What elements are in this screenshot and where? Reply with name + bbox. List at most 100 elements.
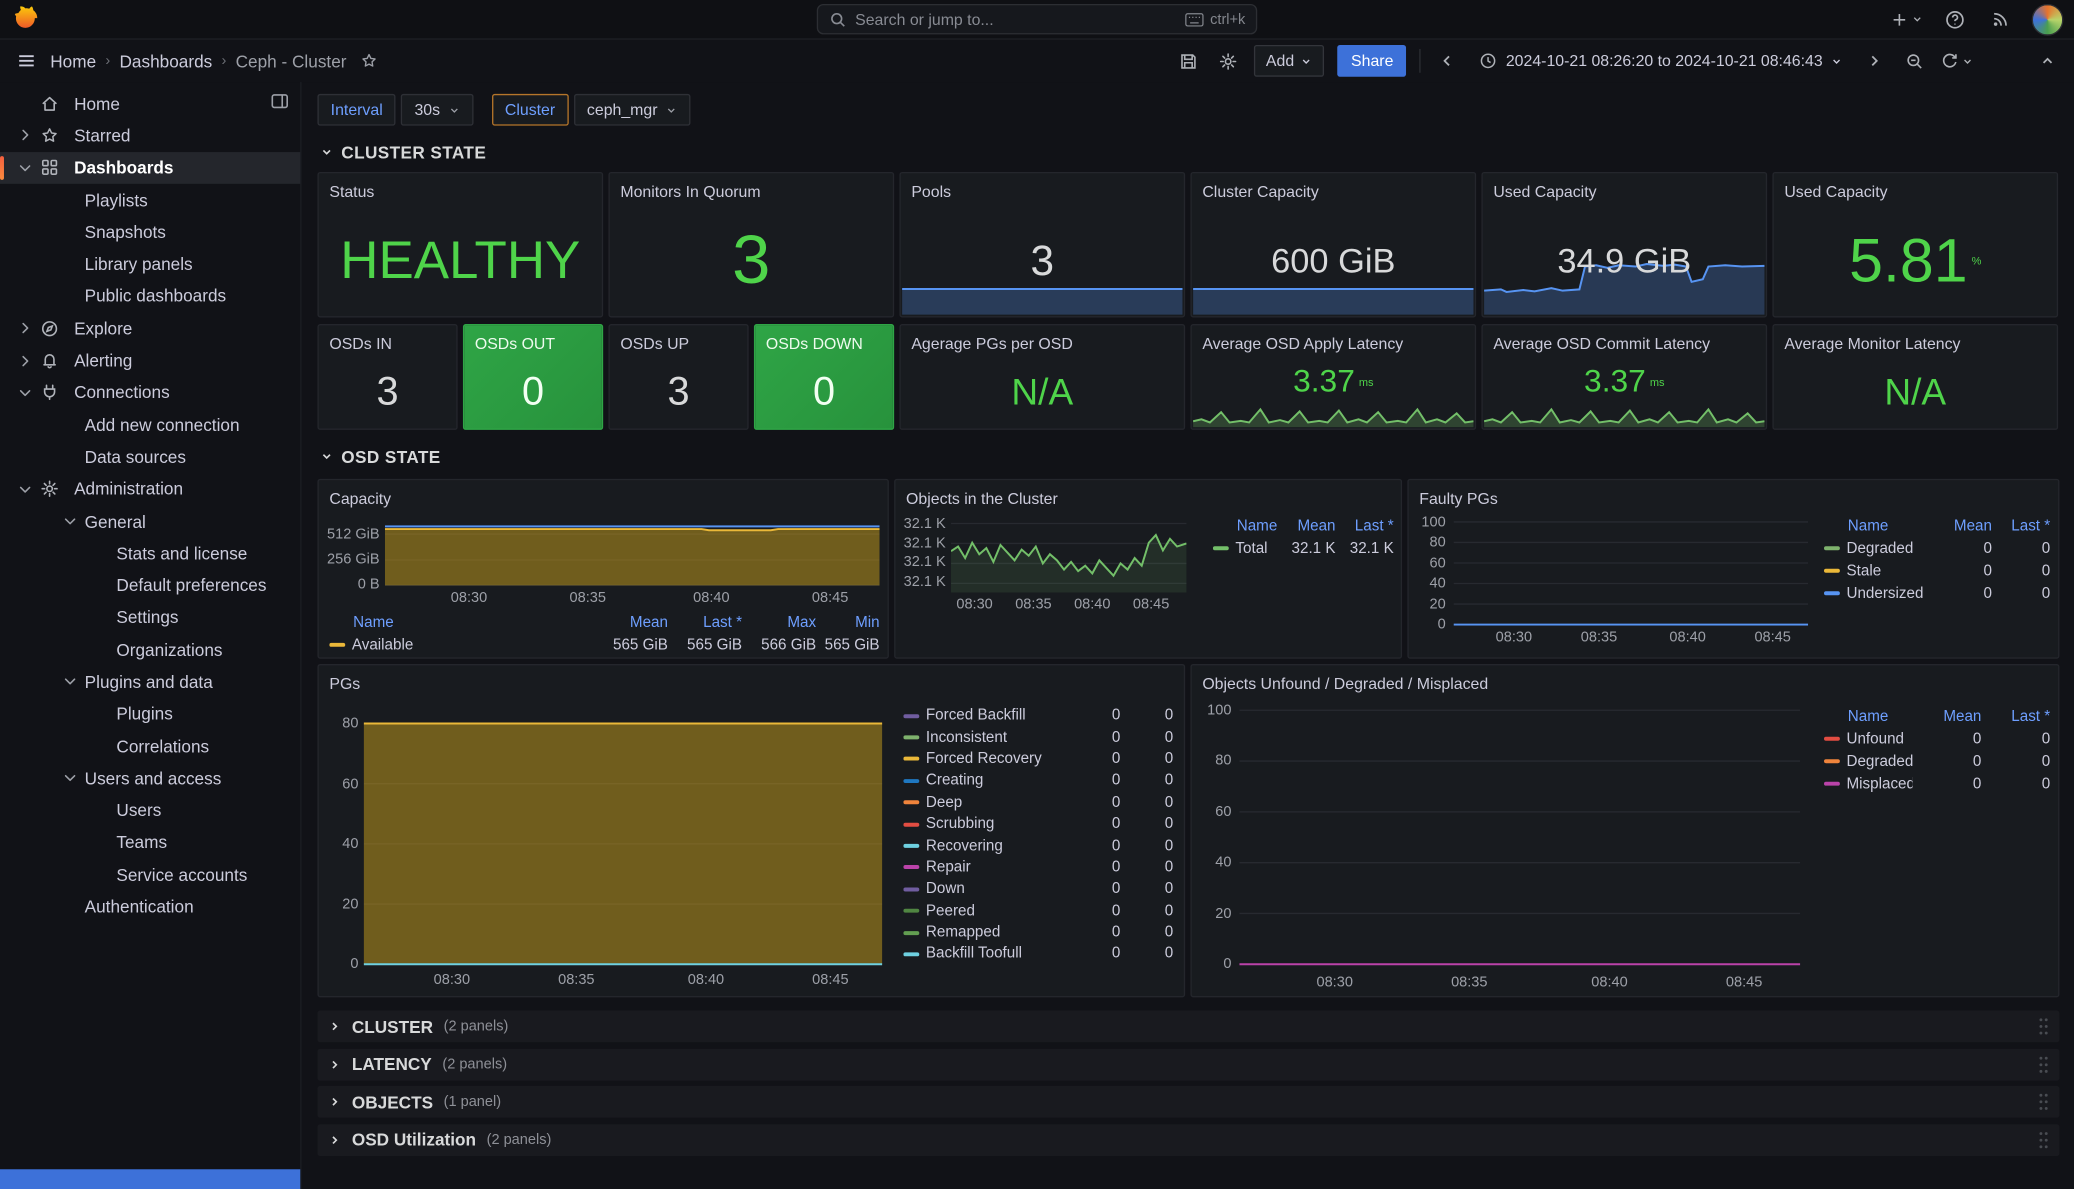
panel-title[interactable]: Used Capacity <box>1483 173 1766 206</box>
legend-header[interactable]: Last * <box>1981 708 2050 724</box>
legend-header[interactable]: Name <box>329 614 591 630</box>
dashboard-row-collapsed[interactable]: CLUSTER (2 panels) <box>317 1011 2059 1043</box>
sidebar-item[interactable]: Authentication <box>0 891 300 923</box>
legend-series-toggle[interactable]: Down <box>903 881 1067 897</box>
sidebar-item[interactable]: General <box>0 505 300 537</box>
panel-title[interactable]: Monitors In Quorum <box>610 173 893 206</box>
panel-title[interactable]: Agerage PGs per OSD <box>901 325 1184 358</box>
sidebar-item[interactable]: Snapshots <box>0 216 300 248</box>
sidebar-item[interactable]: Explore <box>0 312 300 344</box>
sidebar-item[interactable]: Settings <box>0 601 300 633</box>
interval-select[interactable]: 30s <box>401 94 473 126</box>
chevron-right-icon[interactable] <box>11 350 40 371</box>
drag-handle-icon[interactable] <box>2038 1055 2049 1074</box>
objects-chart[interactable] <box>951 516 1186 593</box>
help-icon[interactable] <box>1942 3 1968 35</box>
panel-title[interactable]: Pools <box>901 173 1184 206</box>
add-button[interactable]: Add <box>1254 45 1325 77</box>
sidebar-item[interactable]: Home <box>0 87 300 119</box>
panel-title[interactable]: Used Capacity <box>1774 173 2057 206</box>
sidebar-item[interactable]: Stats and license <box>0 537 300 569</box>
legend-series-toggle[interactable]: Unfound <box>1824 731 1913 747</box>
sidebar-item[interactable]: Starred <box>0 119 300 151</box>
panel-title[interactable]: OSDs IN <box>319 325 457 358</box>
chevron-right-icon[interactable] <box>11 318 40 339</box>
chevron-down-icon[interactable] <box>11 157 40 178</box>
legend-header[interactable]: Name <box>1824 518 1934 534</box>
sidebar-item[interactable]: Users <box>0 794 300 826</box>
objects-unfound-chart[interactable] <box>1239 705 1800 967</box>
legend-header[interactable]: Last * <box>1336 518 1394 534</box>
sidebar-item[interactable]: Data sources <box>0 441 300 473</box>
time-shift-back-icon[interactable] <box>1434 45 1460 77</box>
legend-series-toggle[interactable]: Degraded <box>1824 753 1913 769</box>
row-osd-state[interactable]: OSD STATE <box>320 443 441 469</box>
dashboard-settings-icon[interactable] <box>1214 45 1240 77</box>
panel-title[interactable]: OSDs OUT <box>464 325 602 358</box>
dashboard-row-collapsed[interactable]: LATENCY (2 panels) <box>317 1048 2059 1080</box>
legend-header[interactable]: Name <box>1213 518 1277 534</box>
time-range-picker[interactable]: 2024-10-21 08:26:20 to 2024-10-21 08:46:… <box>1474 45 1848 77</box>
legend-series-toggle[interactable]: Inconsistent <box>903 730 1067 746</box>
panel-title[interactable]: Objects in the Cluster <box>895 480 1400 513</box>
sidebar-item[interactable]: Correlations <box>0 730 300 762</box>
panel-title[interactable]: Average OSD Apply Latency <box>1192 325 1475 358</box>
legend-series-toggle[interactable]: Creating <box>903 773 1067 789</box>
legend-series-toggle[interactable]: Forced Recovery <box>903 751 1067 767</box>
sidebar-item[interactable]: Public dashboards <box>0 280 300 312</box>
chevron-down-icon[interactable] <box>11 382 40 403</box>
panel-title[interactable]: Average Monitor Latency <box>1774 325 2057 358</box>
panel-title[interactable]: Capacity <box>319 480 888 513</box>
new-button[interactable] <box>1890 3 1923 35</box>
sidebar-item[interactable]: Default preferences <box>0 569 300 601</box>
sidebar-item[interactable]: Plugins <box>0 698 300 730</box>
user-avatar[interactable] <box>2032 3 2064 35</box>
sidebar-item[interactable]: Teams <box>0 826 300 858</box>
panel-title[interactable]: OSDs UP <box>610 325 748 358</box>
refresh-icon[interactable] <box>1940 45 1973 77</box>
sidebar-item[interactable]: Connections <box>0 377 300 409</box>
cluster-select[interactable]: ceph_mgr <box>574 94 691 126</box>
sidebar-item[interactable]: Add new connection <box>0 409 300 441</box>
dashboard-row-collapsed[interactable]: OBJECTS (1 panel) <box>317 1086 2059 1118</box>
grafana-logo-icon[interactable] <box>11 5 40 34</box>
panel-title[interactable]: Average OSD Commit Latency <box>1483 325 1766 358</box>
legend-series-toggle[interactable]: Total <box>1213 540 1277 556</box>
chevron-down-icon[interactable] <box>11 478 40 499</box>
sidebar-item[interactable]: Administration <box>0 473 300 505</box>
legend-series-toggle[interactable]: Backfill Toofull <box>903 946 1067 962</box>
panel-title[interactable]: Status <box>319 173 602 206</box>
sidebar-item[interactable]: Users and access <box>0 762 300 794</box>
share-button[interactable]: Share <box>1338 45 1407 77</box>
panel-title[interactable]: PGs <box>319 665 1184 698</box>
legend-header[interactable]: Mean <box>1913 708 1982 724</box>
legend-header[interactable]: Max <box>742 614 816 630</box>
search-input[interactable]: Search or jump to... ctrl+k <box>817 4 1257 34</box>
drag-handle-icon[interactable] <box>2038 1017 2049 1036</box>
legend-header[interactable]: Name <box>1824 708 1913 724</box>
pgs-chart[interactable] <box>364 702 882 967</box>
legend-series-toggle[interactable]: Repair <box>903 860 1067 876</box>
breadcrumb-home[interactable]: Home <box>50 51 96 71</box>
save-dashboard-icon[interactable] <box>1175 45 1201 77</box>
sidebar-item[interactable]: Plugins and data <box>0 666 300 698</box>
chevron-down-icon[interactable] <box>56 671 85 692</box>
row-cluster-state[interactable]: CLUSTER STATE <box>320 139 486 165</box>
sidebar-item[interactable]: Dashboards <box>0 152 300 184</box>
favorite-star-icon[interactable] <box>356 45 382 77</box>
legend-series-toggle[interactable]: Recovering <box>903 838 1067 854</box>
panel-title[interactable]: Faulty PGs <box>1409 480 2058 513</box>
capacity-chart[interactable] <box>385 525 880 586</box>
panel-title[interactable]: Objects Unfound / Degraded / Misplaced <box>1192 665 2058 698</box>
legend-series-toggle[interactable]: Scrubbing <box>903 816 1067 832</box>
legend-header[interactable]: Last * <box>1992 518 2050 534</box>
legend-header[interactable]: Mean <box>1934 518 1992 534</box>
legend-series-toggle[interactable]: Stale <box>1824 563 1934 579</box>
chevron-right-icon[interactable] <box>11 125 40 146</box>
panel-title[interactable]: Cluster Capacity <box>1192 173 1475 206</box>
legend-series-toggle[interactable]: Remapped <box>903 925 1067 941</box>
legend-series-toggle[interactable]: Peered <box>903 903 1067 919</box>
sidebar-item[interactable]: Organizations <box>0 634 300 666</box>
panel-title[interactable]: OSDs DOWN <box>755 325 893 358</box>
legend-series-toggle[interactable]: Forced Backfill <box>903 708 1067 724</box>
